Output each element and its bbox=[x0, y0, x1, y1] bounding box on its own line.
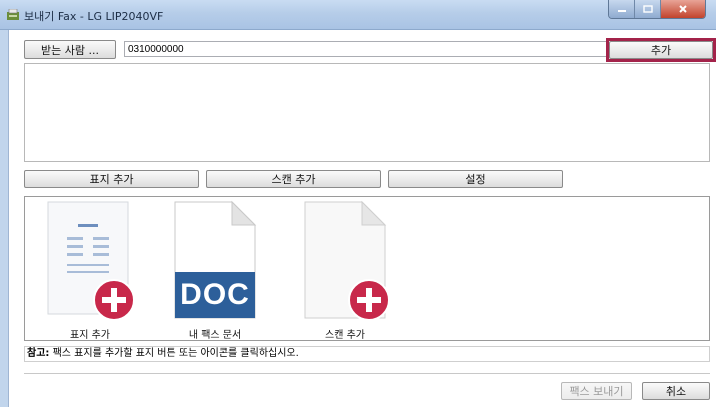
send-fax-button[interactable]: 팩스 보내기 bbox=[561, 382, 632, 400]
settings-button[interactable]: 설정 bbox=[388, 170, 563, 188]
close-button[interactable] bbox=[661, 0, 705, 18]
fax-document-label: 내 팩스 문서 bbox=[188, 330, 242, 341]
add-scan-button[interactable]: 스캔 추가 bbox=[206, 170, 381, 188]
recipients-button[interactable]: 받는 사람 ... bbox=[24, 40, 116, 59]
cover-document-label: 표지 추가 bbox=[70, 330, 110, 341]
scan-document-label: 스캔 추가 bbox=[325, 330, 365, 341]
cover-document[interactable]: 표지 추가 bbox=[45, 200, 135, 341]
scan-add-icon bbox=[304, 200, 390, 321]
window-controls bbox=[608, 0, 706, 19]
documents-panel: 표지 추가 DOC 내 팩스 문서 스캔 추가 bbox=[24, 196, 710, 341]
title-bar: 보내기 Fax - LG LIP2040VF bbox=[0, 0, 716, 30]
minimize-button[interactable] bbox=[609, 0, 635, 18]
fax-document[interactable]: DOC 내 팩스 문서 bbox=[170, 200, 260, 341]
fax-app-icon bbox=[7, 9, 19, 20]
add-cover-button[interactable]: 표지 추가 bbox=[24, 170, 199, 188]
close-icon bbox=[679, 5, 687, 13]
window-title: 보내기 Fax - LG LIP2040VF bbox=[24, 10, 164, 23]
note-prefix: 참고: bbox=[27, 348, 50, 359]
scan-document[interactable]: 스캔 추가 bbox=[300, 200, 390, 341]
maximize-icon bbox=[642, 5, 653, 13]
recipient-list[interactable] bbox=[24, 63, 710, 162]
note-text: 팩스 표지를 추가할 표지 버튼 또는 아이콘를 클릭하십시오. bbox=[49, 348, 299, 359]
fax-number-input[interactable] bbox=[124, 41, 608, 57]
help-note: 참고: 팩스 표지를 추가할 표지 버튼 또는 아이콘를 클릭하십시오. bbox=[24, 346, 710, 362]
footer-divider bbox=[24, 373, 710, 374]
add-button-highlight bbox=[606, 38, 716, 62]
minimize-icon bbox=[617, 10, 626, 12]
cancel-button[interactable]: 취소 bbox=[642, 382, 710, 400]
maximize-button[interactable] bbox=[635, 0, 661, 18]
window-frame-left bbox=[0, 30, 9, 407]
cover-page-add-icon bbox=[47, 201, 135, 321]
doc-badge: DOC bbox=[180, 278, 250, 311]
